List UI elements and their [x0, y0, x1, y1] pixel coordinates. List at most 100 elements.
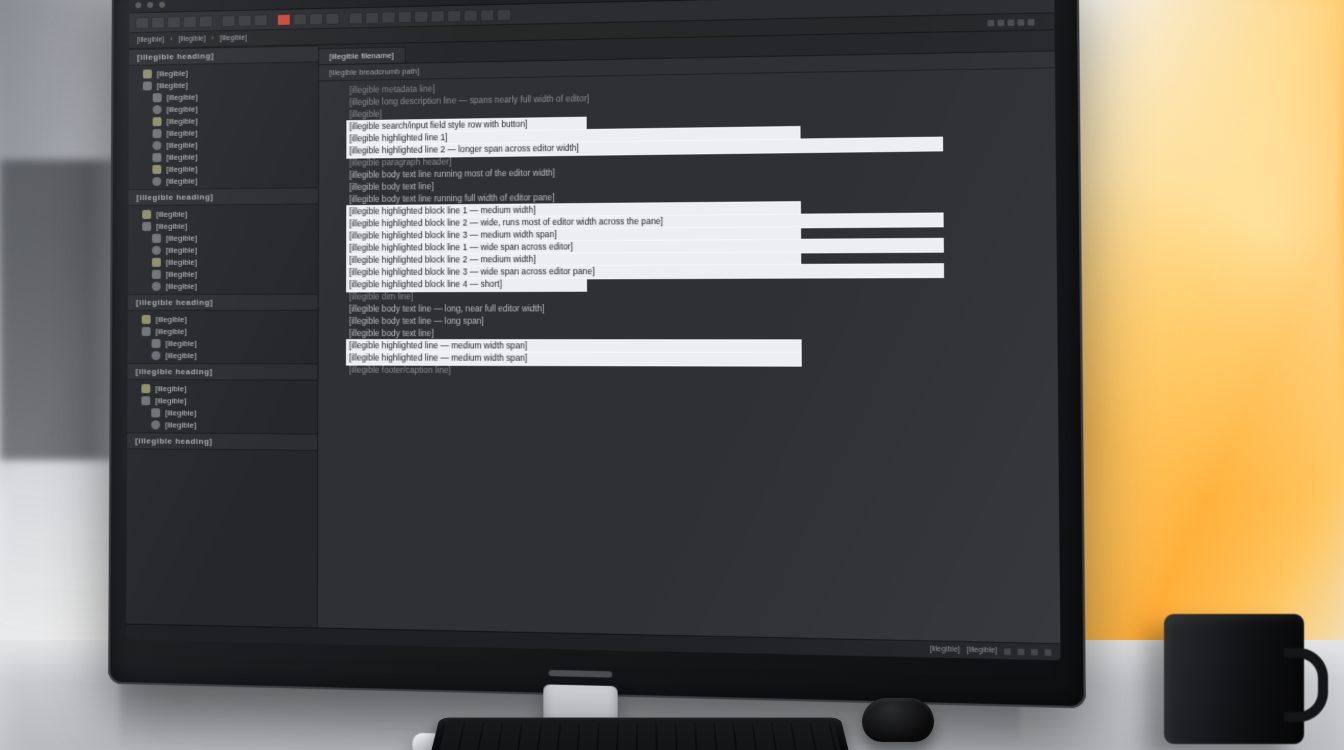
toolbar-button[interactable] [309, 12, 323, 24]
tree-item-label: [illegible] [155, 384, 186, 393]
file-icon [152, 152, 161, 161]
toolbar-button[interactable] [349, 12, 363, 24]
breadcrumb[interactable]: [illegible] [220, 35, 247, 43]
statusbar-item[interactable]: [illegible] [967, 646, 998, 654]
mouse [862, 698, 934, 742]
monitor: FileEditViewRunToolsWindowHelp [illegibl… [108, 0, 1086, 708]
toolbar-button[interactable] [447, 9, 461, 21]
sidebar-section-head[interactable]: [illegible heading] [128, 187, 317, 206]
statusbar-icon[interactable] [1004, 648, 1011, 655]
toolbar-button[interactable] [135, 16, 149, 28]
line-gutter [319, 316, 348, 328]
toolbar-button[interactable] [463, 9, 477, 22]
toolbar-button[interactable] [222, 14, 236, 26]
tree-item[interactable]: [illegible] [127, 418, 317, 431]
breadcrumb[interactable]: [illegible] [137, 36, 164, 44]
tree-item[interactable]: [illegible] [128, 255, 318, 268]
highlighted-line[interactable]: [illegible highlighted line — medium wid… [347, 352, 801, 365]
file-icon [151, 408, 160, 417]
tree-item-label: [illegible] [167, 92, 198, 101]
toolbar-button[interactable] [398, 10, 412, 22]
tree-item-label: [illegible] [166, 152, 197, 161]
tree-item[interactable]: [illegible] [127, 382, 317, 395]
toolbar-button[interactable] [293, 13, 307, 25]
tree-item-label: [illegible] [156, 221, 187, 230]
tree-item[interactable]: [illegible] [128, 313, 318, 325]
toolbar-button[interactable] [199, 15, 213, 27]
statusbar-icon[interactable] [1017, 648, 1024, 655]
code-line: [illegible body text line — long, near f… [347, 302, 1057, 316]
toolbar-button[interactable] [430, 10, 444, 22]
line-gutter [319, 182, 348, 194]
highlighted-line[interactable]: [illegible highlighted block line 3 — wi… [347, 264, 943, 279]
tree-item[interactable]: [illegible] [128, 349, 318, 361]
toolbar-button[interactable] [381, 11, 395, 23]
toolbar-button[interactable] [238, 14, 252, 26]
file-icon [153, 117, 162, 126]
tree-item-label: [illegible] [166, 245, 197, 254]
indicator-icon [1018, 19, 1025, 25]
toolbar-button[interactable] [325, 12, 339, 24]
toolbar-button[interactable] [365, 11, 379, 23]
statusbar-icon[interactable] [1045, 649, 1052, 656]
file-icon [151, 351, 160, 360]
tree-item[interactable]: [illegible] [128, 243, 318, 256]
file-icon [151, 420, 160, 429]
sidebar-section-head[interactable]: [illegible heading] [127, 432, 317, 451]
line-gutter [319, 243, 348, 255]
indicator-icon [1008, 19, 1015, 25]
tree-item-label: [illegible] [166, 164, 197, 173]
toolbar-button[interactable] [277, 13, 291, 25]
tree-item[interactable]: [illegible] [129, 173, 318, 187]
tree-item-label: [illegible] [167, 104, 198, 113]
toolbar-button[interactable] [167, 16, 181, 28]
breadcrumb[interactable]: [illegible] [178, 36, 205, 44]
line-gutter [319, 267, 348, 279]
toolbar-button[interactable] [151, 16, 165, 28]
file-icon [152, 176, 161, 185]
editor-tab[interactable]: [illegible filename] [319, 46, 405, 64]
tree-item-label: [illegible] [156, 326, 187, 335]
tree-item-label: [illegible] [166, 176, 197, 185]
sidebar-section-head[interactable]: [illegible heading] [128, 293, 318, 311]
line-gutter [319, 218, 348, 230]
toolbar-button[interactable] [414, 10, 428, 22]
project-sidebar[interactable]: [illegible heading] [illegible] [illegib… [126, 45, 319, 627]
file-icon [141, 384, 150, 393]
tree-item-label: [illegible] [156, 314, 187, 323]
statusbar-item[interactable]: [illegible] [930, 646, 960, 654]
tree-item-label: [illegible] [166, 281, 197, 290]
editor-tab-label: [illegible filename] [329, 51, 394, 61]
tree-item[interactable]: [illegible] [128, 325, 318, 337]
highlighted-line[interactable]: [illegible highlighted line — medium wid… [347, 340, 801, 353]
toolbar-button[interactable] [183, 15, 197, 27]
statusbar-icon[interactable] [1031, 648, 1038, 655]
line-gutter [319, 304, 348, 316]
tree-item-label: [illegible] [166, 128, 197, 137]
file-icon [152, 339, 161, 348]
toolbar-button[interactable] [497, 8, 512, 21]
tree-item[interactable]: [illegible] [128, 337, 318, 349]
tree-item[interactable]: [illegible] [128, 267, 318, 280]
tree-item-label: [illegible] [157, 68, 188, 78]
line-gutter [319, 279, 348, 291]
code-area[interactable]: [illegible metadata line] [illegible lon… [318, 68, 1060, 643]
file-icon [143, 81, 152, 90]
screen: FileEditViewRunToolsWindowHelp [illegibl… [126, 0, 1060, 660]
tree-item-label: [illegible] [157, 80, 188, 90]
tree-item-label: [illegible] [165, 408, 196, 417]
tree-item[interactable]: [illegible] [128, 279, 318, 292]
line-gutter [319, 328, 348, 340]
line-gutter [319, 255, 348, 267]
toolbar-button[interactable] [480, 9, 495, 22]
file-icon [153, 93, 162, 102]
line-gutter [319, 121, 347, 134]
tree-item[interactable]: [illegible] [127, 394, 317, 407]
file-icon [143, 69, 152, 78]
file-icon [142, 221, 151, 230]
tree-item-label: [illegible] [166, 269, 197, 278]
file-icon [152, 164, 161, 173]
highlighted-line[interactable]: [illegible highlighted block line 4 — sh… [347, 278, 586, 291]
toolbar-button[interactable] [254, 14, 268, 26]
sidebar-section-head[interactable]: [illegible heading] [128, 363, 318, 381]
